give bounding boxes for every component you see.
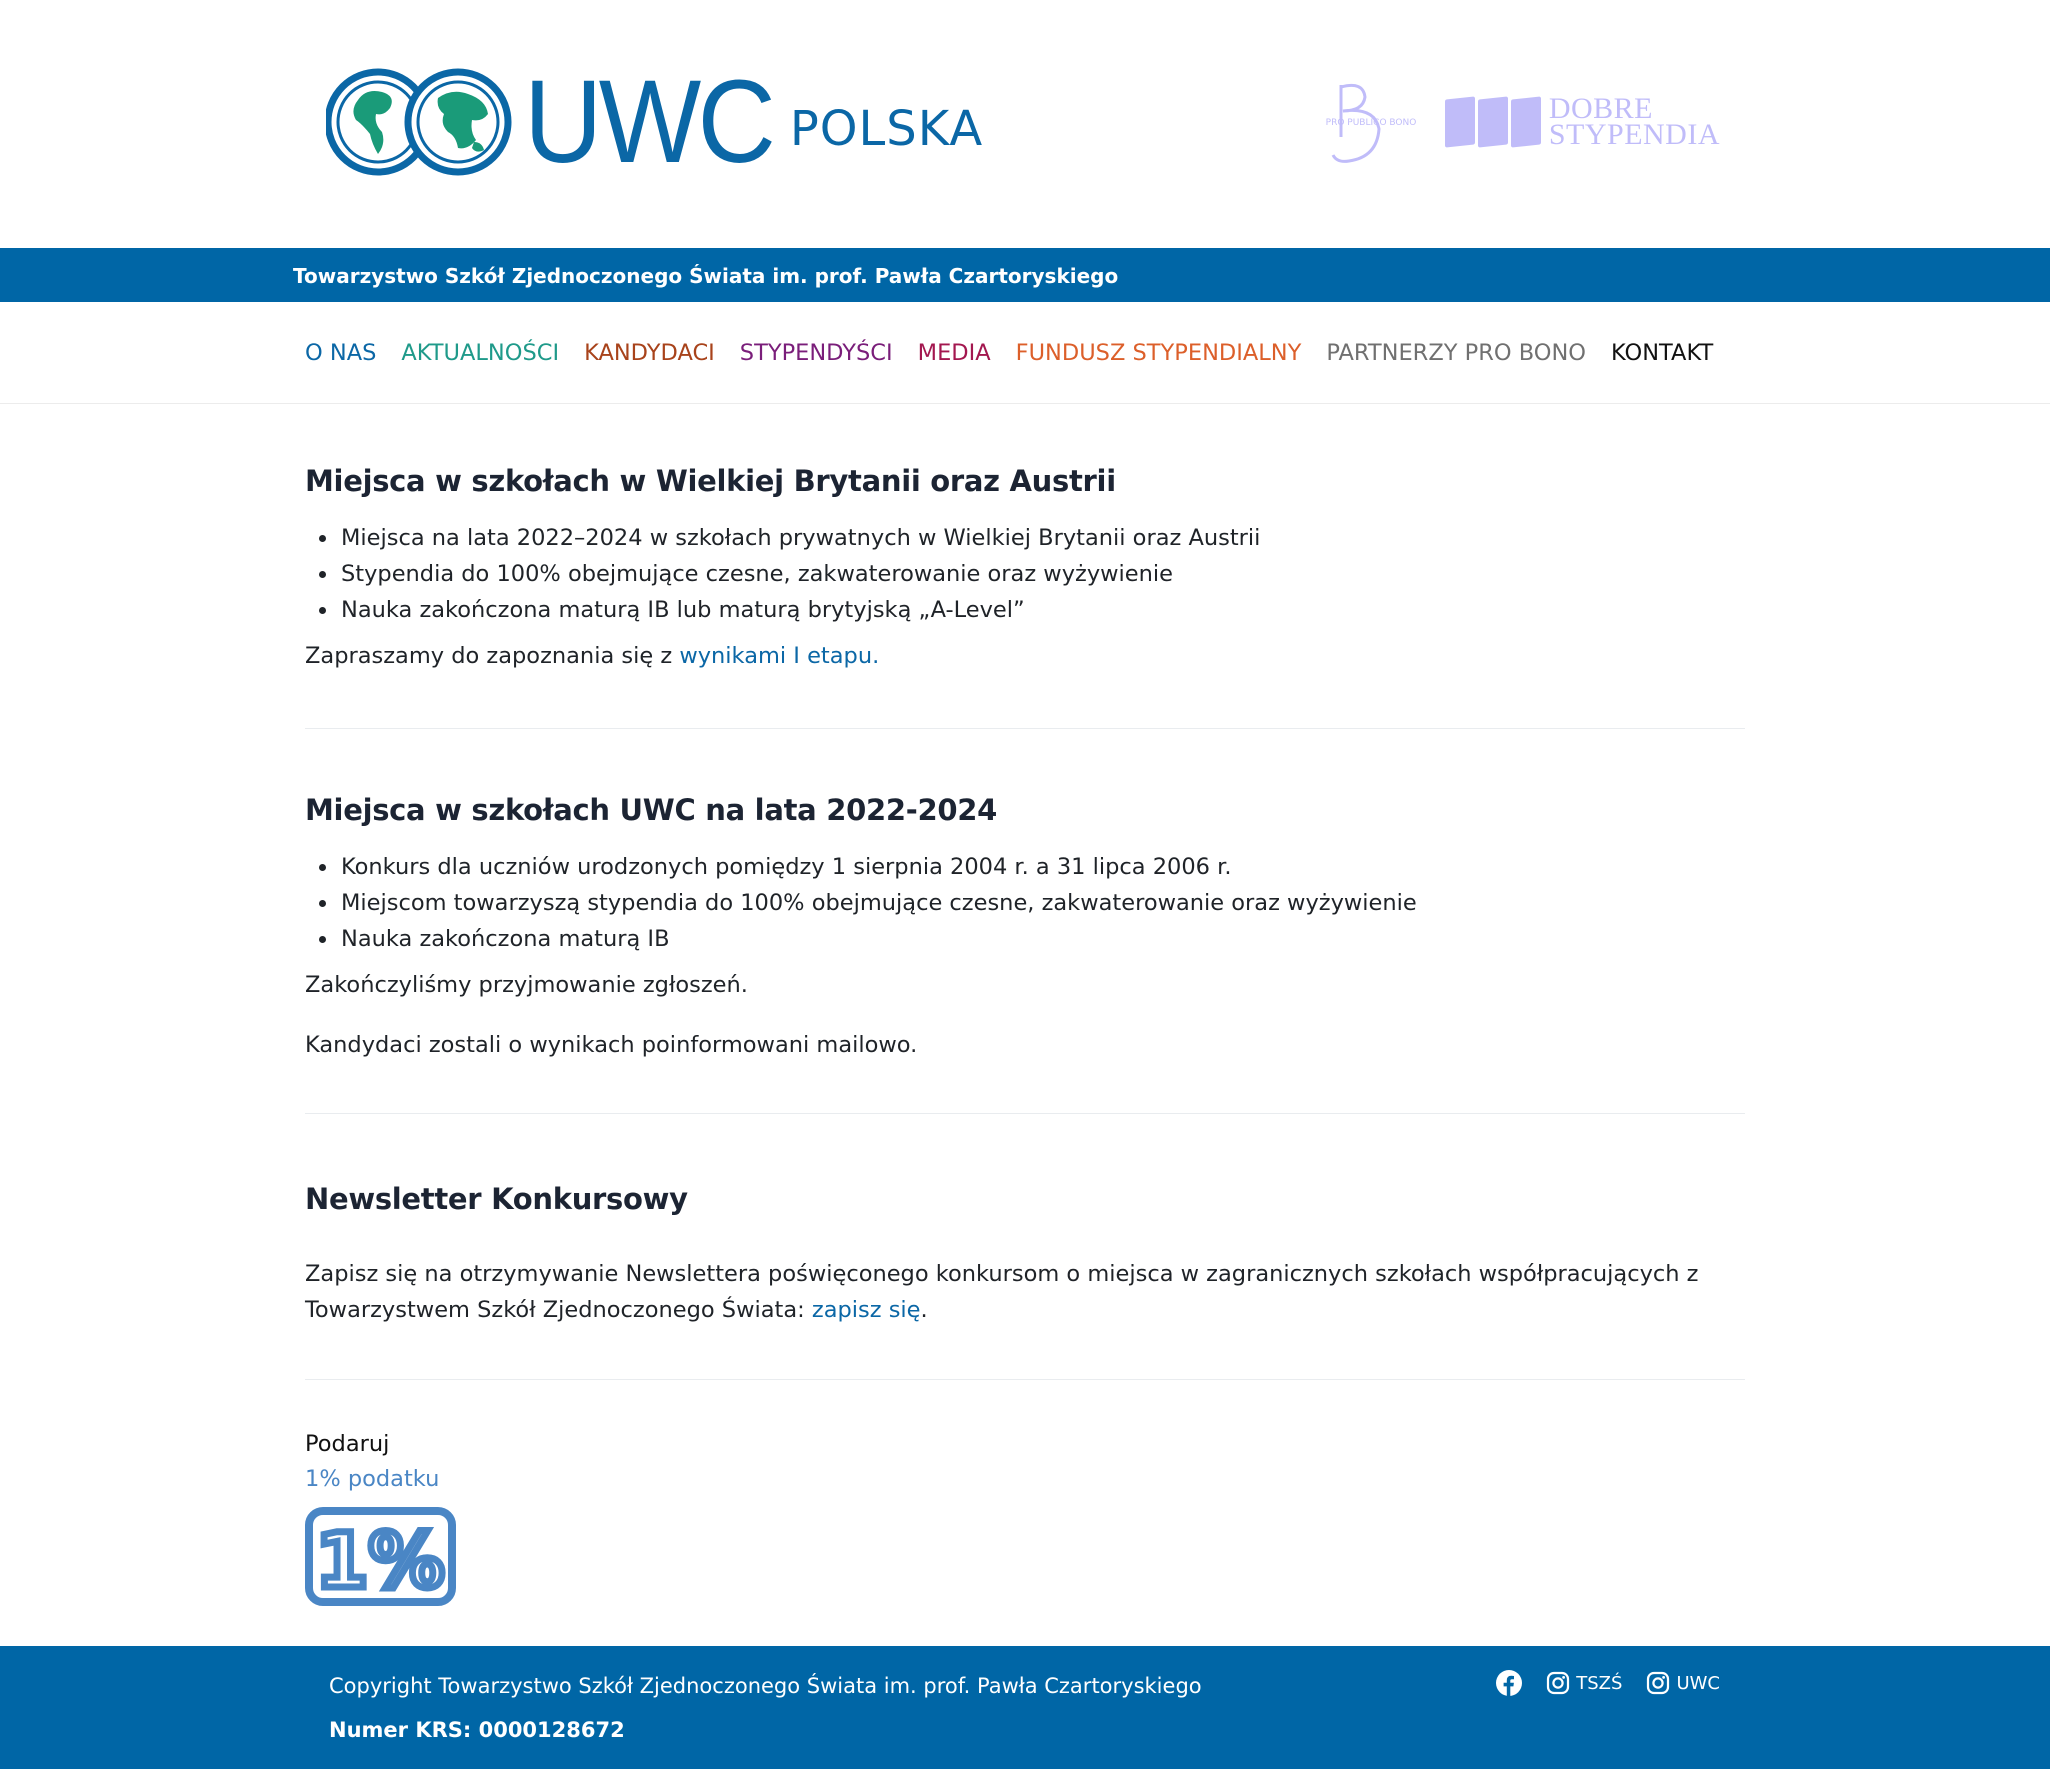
one-percent-badge[interactable]: 1% [305,1507,456,1609]
pro-publico-bono-logo[interactable]: PRO PUBLICO BONO [1319,77,1423,167]
section-uk-austria: Miejsca w szkołach w Wielkiej Brytanii o… [305,404,1745,729]
nav-item-media[interactable]: MEDIA [918,340,991,366]
instagram-uwc-link[interactable]: UWC [1646,1671,1720,1695]
section-uwc: Miejsca w szkołach UWC na lata 2022-2024… [305,729,1745,1114]
copyright-text: Copyright Towarzystwo Szkół Zjednoczoneg… [329,1674,1202,1698]
nav-item-kontakt[interactable]: KONTAKT [1611,340,1713,366]
section-title: Miejsca w szkołach w Wielkiej Brytanii o… [305,464,1116,498]
main-navigation: O NAS AKTUALNOŚCI KANDYDACI STYPENDYŚCI … [0,302,2050,404]
section-title: Newsletter Konkursowy [305,1182,688,1216]
bullet-list: Miejsca na lata 2022–2024 w szkołach pry… [305,520,1745,628]
dobre-stypendia-logo[interactable]: DOBRE STYPENDIA [1444,92,1720,151]
main-content: Miejsca w szkołach w Wielkiej Brytanii o… [305,404,1745,1609]
nav-item-o-nas[interactable]: O NAS [305,340,376,366]
nav-item-stypendysci[interactable]: STYPENDYŚCI [740,340,893,366]
nav-item-aktualnosci[interactable]: AKTUALNOŚCI [401,340,559,366]
list-item: Nauka zakończona maturą IB [305,921,1745,957]
nav-item-kandydaci[interactable]: KANDYDACI [584,340,715,366]
uwc-polska-logo[interactable]: UWC POLSKA [324,56,984,188]
instagram-icon [1546,1671,1570,1695]
facebook-link[interactable] [1496,1670,1523,1696]
organization-strip: Towarzystwo Szkół Zjednoczonego Świata i… [0,248,2050,302]
instagram-icon [1646,1671,1670,1695]
closed-notice: Zakończyliśmy przyjmowanie zgłoszeń. [305,972,748,998]
list-item: Nauka zakończona maturą IB lub maturą br… [305,592,1745,628]
list-item: Stypendia do 100% obejmujące czesne, zak… [305,556,1745,592]
section-newsletter: Newsletter Konkursowy Zapisz się na otrz… [305,1114,1745,1380]
section-title: Miejsca w szkołach UWC na lata 2022-2024 [305,793,997,827]
social-links: TSZŚ UWC [1496,1670,1720,1696]
logo-subtitle: POLSKA [789,101,984,157]
svg-text:PRO PUBLICO BONO: PRO PUBLICO BONO [1326,118,1417,128]
informed-notice: Kandydaci zostali o wynikach poinformowa… [305,1032,918,1058]
site-footer: Copyright Towarzystwo Szkół Zjednoczoneg… [0,1646,2050,1769]
site-header: UWC POLSKA PRO PUBLICO BONO DOBRE STYPEN… [0,0,2050,248]
newsletter-paragraph: Zapisz się na otrzymywanie Newslettera p… [305,1261,1699,1323]
dobre-stypendia-text: DOBRE STYPENDIA [1548,92,1720,151]
organization-name: Towarzystwo Szkół Zjednoczonego Świata i… [293,264,1119,288]
donate-section: Podaruj 1% podatku 1% [305,1380,1745,1609]
list-item: Konkurs dla uczniów urodzonych pomiędzy … [305,849,1745,885]
list-item: Miejscom towarzyszą stypendia do 100% ob… [305,885,1745,921]
social-label: UWC [1676,1672,1720,1694]
instagram-tszs-link[interactable]: TSZŚ [1546,1671,1622,1695]
results-link[interactable]: wynikami I etapu. [679,643,879,669]
globes-icon [324,62,516,182]
nav-item-partnerzy-pro-bono[interactable]: PARTNERZY PRO BONO [1326,340,1586,366]
list-item: Miejsca na lata 2022–2024 w szkołach pry… [305,520,1745,556]
nav-list: O NAS AKTUALNOŚCI KANDYDACI STYPENDYŚCI … [305,340,1713,366]
logo-wordmark: UWC [524,56,776,188]
facebook-icon [1496,1670,1523,1696]
nav-item-fundusz-stypendialny[interactable]: FUNDUSZ STYPENDIALNY [1016,340,1302,366]
invite-paragraph: Zapraszamy do zapoznania się z wynikami … [305,643,880,669]
partner-logos: PRO PUBLICO BONO DOBRE STYPENDIA [1319,74,1720,170]
subscribe-link[interactable]: zapisz się [812,1297,921,1323]
social-label: TSZŚ [1576,1672,1623,1694]
donate-tax-link[interactable]: 1% podatku [305,1465,439,1493]
bullet-list: Konkurs dla uczniów urodzonych pomiędzy … [305,849,1745,957]
donate-label: Podaruj [305,1431,390,1457]
krs-number: Numer KRS: 0000128672 [329,1718,625,1742]
flags-icon [1444,96,1541,148]
svg-text:1%: 1% [315,1516,444,1605]
